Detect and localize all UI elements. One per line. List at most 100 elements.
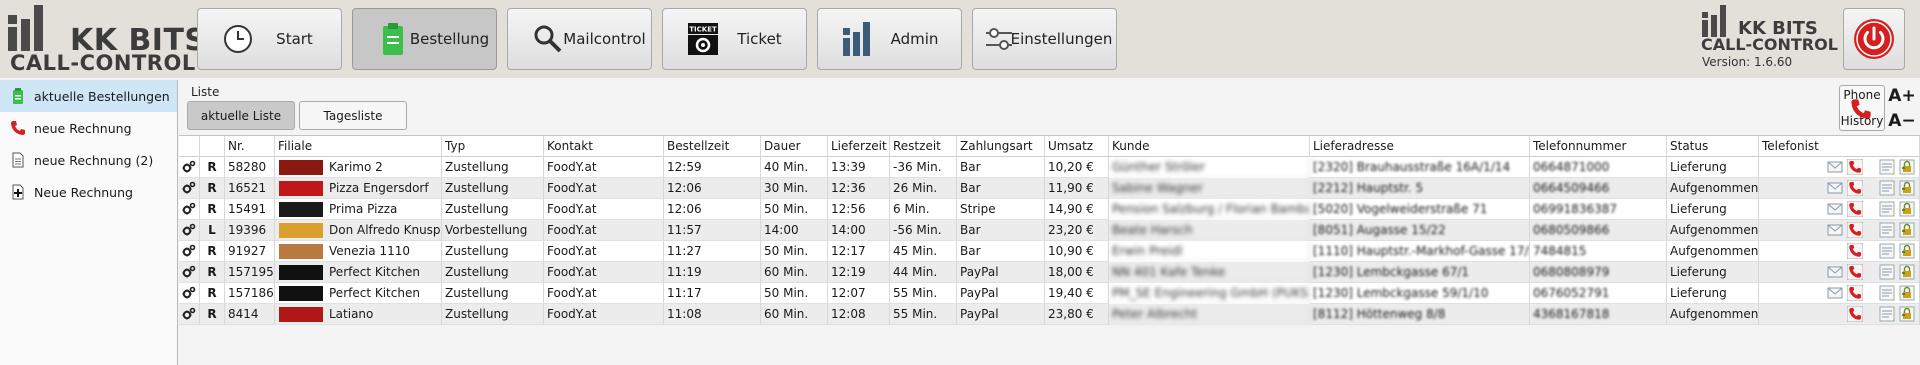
note-icon[interactable] xyxy=(1879,180,1895,196)
gear-icon[interactable] xyxy=(181,285,197,301)
cell-kunde: Beate Harsch xyxy=(1109,220,1310,241)
column-header-lieferadresse[interactable]: Lieferadresse xyxy=(1310,136,1530,157)
cell-umsatz: 10,90 € xyxy=(1045,241,1109,262)
phone-icon[interactable] xyxy=(1847,306,1863,322)
table-row[interactable]: L 19396 Don Alfredo Knuspe Vorbestellung Foo… xyxy=(179,220,1920,241)
lock-icon[interactable] xyxy=(1899,201,1915,217)
table-row[interactable]: R 15491 Prima Pizza Zustellung FoodY.at 12:06… xyxy=(179,199,1920,220)
lock-icon[interactable] xyxy=(1899,222,1915,238)
cell-lieferzeit: 14:00 xyxy=(828,220,890,241)
cell-flag: R xyxy=(200,283,225,304)
column-header-lieferzeit[interactable]: Lieferzeit xyxy=(828,136,890,157)
phone-history-button[interactable]: Phone History xyxy=(1839,85,1885,131)
gear-icon[interactable] xyxy=(181,264,197,280)
gear-icon[interactable] xyxy=(181,243,197,259)
phone-icon[interactable] xyxy=(1847,180,1863,196)
column-header-gear[interactable] xyxy=(179,136,200,157)
note-icon[interactable] xyxy=(1879,306,1895,322)
column-header-telefonnummer[interactable]: Telefonnummer xyxy=(1530,136,1667,157)
note-icon[interactable] xyxy=(1879,159,1895,175)
column-header-status[interactable]: Status xyxy=(1667,136,1759,157)
column-header-nr[interactable]: Nr. xyxy=(225,136,275,157)
phone-number-text: 06991836387 xyxy=(1533,202,1617,216)
nav-bestellung-label: Bestellung xyxy=(409,30,490,48)
column-header-kontakt[interactable]: Kontakt xyxy=(544,136,664,157)
phone-icon[interactable] xyxy=(1847,201,1863,217)
sidebar-item-neue-rechnung[interactable]: neue Rechnung xyxy=(0,112,177,144)
mail-icon[interactable] xyxy=(1827,264,1843,280)
lock-icon[interactable] xyxy=(1899,285,1915,301)
table-row[interactable]: R 157195 Perfect Kitchen Zustellung FoodY.at… xyxy=(179,262,1920,283)
phone-icon[interactable] xyxy=(1847,222,1863,238)
sidebar-item-neue-rechnung-3[interactable]: Neue Rechnung xyxy=(0,176,177,208)
phone-icon[interactable] xyxy=(1847,243,1863,259)
table-row[interactable]: R 91927 Venezia 1110 Zustellung FoodY.at 11:2… xyxy=(179,241,1920,262)
table-row[interactable]: R 58280 Karimo 2 Zustellung FoodY.at 12:59 40 … xyxy=(179,157,1920,178)
gear-icon[interactable] xyxy=(181,222,197,238)
table-row[interactable]: R 16521 Pizza Engersdorf Zustellung FoodY.at… xyxy=(179,178,1920,199)
mail-icon[interactable] xyxy=(1827,201,1843,217)
note-icon[interactable] xyxy=(1879,264,1895,280)
phone-icon[interactable] xyxy=(1847,159,1863,175)
mail-icon[interactable] xyxy=(1827,159,1843,175)
sidebar-item-aktuelle-bestellungen[interactable]: aktuelle Bestellungen xyxy=(0,80,177,112)
lock-icon[interactable] xyxy=(1899,264,1915,280)
cell-dauer: 50 Min. xyxy=(761,241,828,262)
phone-icon[interactable] xyxy=(1847,264,1863,280)
column-header-restzeit[interactable]: Restzeit xyxy=(890,136,957,157)
address-text: [2212] Hauptstr. 5 xyxy=(1313,181,1424,195)
tab-aktuelle-liste[interactable]: aktuelle Liste xyxy=(187,101,295,130)
lock-icon[interactable] xyxy=(1899,159,1915,175)
column-header-telefonist[interactable]: Telefonist xyxy=(1759,136,1920,157)
table-row[interactable]: R 157186 Perfect Kitchen Zustellung FoodY.at… xyxy=(179,283,1920,304)
cell-status: Aufgenommen xyxy=(1667,220,1759,241)
note-icon[interactable] xyxy=(1879,285,1895,301)
note-icon[interactable] xyxy=(1879,201,1895,217)
phone-icon[interactable] xyxy=(1847,285,1863,301)
nav-ticket-button[interactable]: TICKET Ticket xyxy=(662,8,807,70)
nav-bestellung-button[interactable]: Bestellung xyxy=(352,8,497,70)
mail-icon[interactable] xyxy=(1827,180,1843,196)
column-header-typ[interactable]: Typ xyxy=(442,136,544,157)
column-header-umsatz[interactable]: Umsatz xyxy=(1045,136,1109,157)
tab-tagesliste[interactable]: Tagesliste xyxy=(299,101,407,130)
nav-mailcontrol-label: Mailcontrol xyxy=(563,30,646,48)
sidebar-item-neue-rechnung-2[interactable]: neue Rechnung (2) xyxy=(0,144,177,176)
cell-typ: Vorbestellung xyxy=(442,220,544,241)
column-header-flag[interactable] xyxy=(200,136,225,157)
note-icon[interactable] xyxy=(1879,222,1895,238)
cell-filiale: Perfect Kitchen xyxy=(275,283,442,304)
column-header-bestellzeit[interactable]: Bestellzeit xyxy=(664,136,761,157)
column-header-zahlungsart[interactable]: Zahlungsart xyxy=(957,136,1045,157)
nav-einstellungen-button[interactable]: Einstellungen xyxy=(972,8,1117,70)
gear-icon[interactable] xyxy=(181,306,197,322)
note-icon[interactable] xyxy=(1879,243,1895,259)
font-decrease-button[interactable]: A− xyxy=(1888,109,1916,133)
telefonist-cell xyxy=(1759,262,1920,283)
cell-lieferadresse: [8112] Höttenweg 8/8 xyxy=(1310,304,1530,325)
nav-start-button[interactable]: Start xyxy=(197,8,342,70)
gear-icon[interactable] xyxy=(181,201,197,217)
lock-icon[interactable] xyxy=(1899,306,1915,322)
gear-icon[interactable] xyxy=(181,159,197,175)
column-header-filiale[interactable]: Filiale xyxy=(275,136,442,157)
mail-icon[interactable] xyxy=(1827,222,1843,238)
gear-icon[interactable] xyxy=(181,180,197,196)
nav-mailcontrol-button[interactable]: Mailcontrol xyxy=(507,8,652,70)
cell-typ: Zustellung xyxy=(442,283,544,304)
power-button[interactable] xyxy=(1843,8,1905,70)
phone-number-text: 0680808979 xyxy=(1533,265,1610,279)
lock-icon[interactable] xyxy=(1899,243,1915,259)
cell-bestellzeit: 12:06 xyxy=(664,199,761,220)
cell-bestellzeit: 12:59 xyxy=(664,157,761,178)
cell-bestellzeit: 11:27 xyxy=(664,241,761,262)
nav-admin-button[interactable]: Admin xyxy=(817,8,962,70)
row-settings-cell xyxy=(179,304,200,325)
column-header-dauer[interactable]: Dauer xyxy=(761,136,828,157)
font-increase-button[interactable]: A+ xyxy=(1888,84,1916,108)
mail-icon[interactable] xyxy=(1827,285,1843,301)
cell-filiale: Don Alfredo Knuspe xyxy=(275,220,442,241)
lock-icon[interactable] xyxy=(1899,180,1915,196)
table-row[interactable]: R 8414 Latiano Zustellung FoodY.at 11:08 60 Mi… xyxy=(179,304,1920,325)
column-header-kunde[interactable]: Kunde xyxy=(1109,136,1310,157)
